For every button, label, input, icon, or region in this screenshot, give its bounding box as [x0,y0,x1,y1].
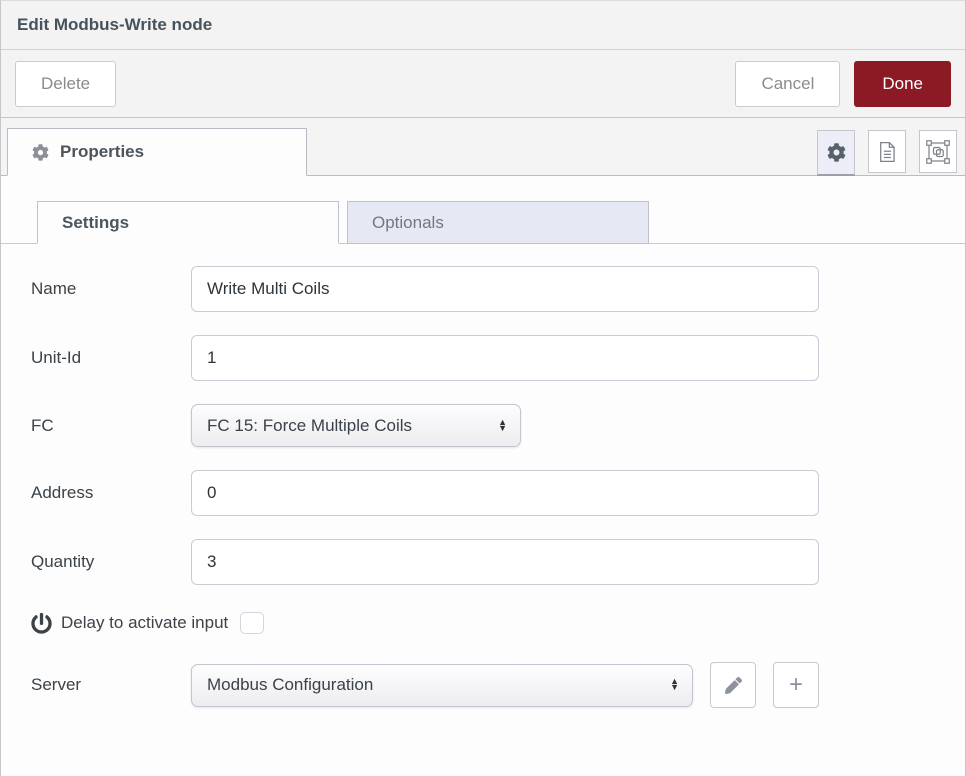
address-input[interactable] [191,470,819,516]
address-label: Address [31,483,191,503]
description-icon-button[interactable] [868,130,906,173]
settings-tab-bar: Settings Optionals [1,201,965,244]
appearance-icon [926,140,950,164]
edit-node-dialog: Edit Modbus-Write node Delete Cancel Don… [0,0,966,776]
unit-id-label: Unit-Id [31,348,191,368]
cancel-button[interactable]: Cancel [735,61,840,107]
name-row: Name [31,266,965,312]
unit-id-row: Unit-Id [31,335,965,381]
dialog-button-bar: Delete Cancel Done [1,50,965,118]
document-icon [877,141,897,163]
tab-properties-label: Properties [60,142,144,162]
address-row: Address [31,470,965,516]
server-select[interactable]: Modbus Configuration ▲▼ [191,664,693,707]
server-label: Server [31,675,191,695]
delay-row: Delay to activate input [31,608,965,638]
gear-icon [827,143,846,162]
name-label: Name [31,279,191,299]
appearance-icon-button[interactable] [919,130,957,173]
fc-select-value: FC 15: Force Multiple Coils [207,416,490,436]
fc-label: FC [31,416,191,436]
tab-optionals-label: Optionals [372,213,444,233]
delay-label: Delay to activate input [61,613,228,633]
tab-optionals[interactable]: Optionals [347,201,649,244]
settings-form: Name Unit-Id FC FC 15: Force Multiple Co… [1,244,965,585]
power-icon [31,613,52,634]
properties-icon-button[interactable] [817,130,855,176]
quantity-input[interactable] [191,539,819,585]
name-input[interactable] [191,266,819,312]
quantity-label: Quantity [31,552,191,572]
tab-properties[interactable]: Properties [7,128,307,176]
dialog-header: Edit Modbus-Write node [1,1,965,50]
plus-icon: + [789,673,803,697]
quantity-row: Quantity [31,539,965,585]
add-server-button[interactable]: + [773,662,819,708]
fc-row: FC FC 15: Force Multiple Coils ▲▼ [31,404,965,447]
edit-server-button[interactable] [710,662,756,708]
tab-settings-label: Settings [62,213,129,233]
delay-checkbox[interactable] [240,612,264,634]
server-row: Server Modbus Configuration ▲▼ + [31,662,965,708]
done-button[interactable]: Done [854,61,951,107]
select-arrows-icon: ▲▼ [498,420,507,431]
select-arrows-icon: ▲▼ [670,679,679,690]
dialog-title: Edit Modbus-Write node [17,15,212,35]
gear-icon [32,144,49,161]
unit-id-input[interactable] [191,335,819,381]
tab-settings[interactable]: Settings [37,201,339,244]
pencil-icon [725,677,742,694]
fc-select[interactable]: FC 15: Force Multiple Coils ▲▼ [191,404,521,447]
editor-tab-bar: Properties [1,118,965,176]
server-select-value: Modbus Configuration [207,675,662,695]
editor-icon-buttons [817,130,957,176]
delete-button[interactable]: Delete [15,61,116,107]
